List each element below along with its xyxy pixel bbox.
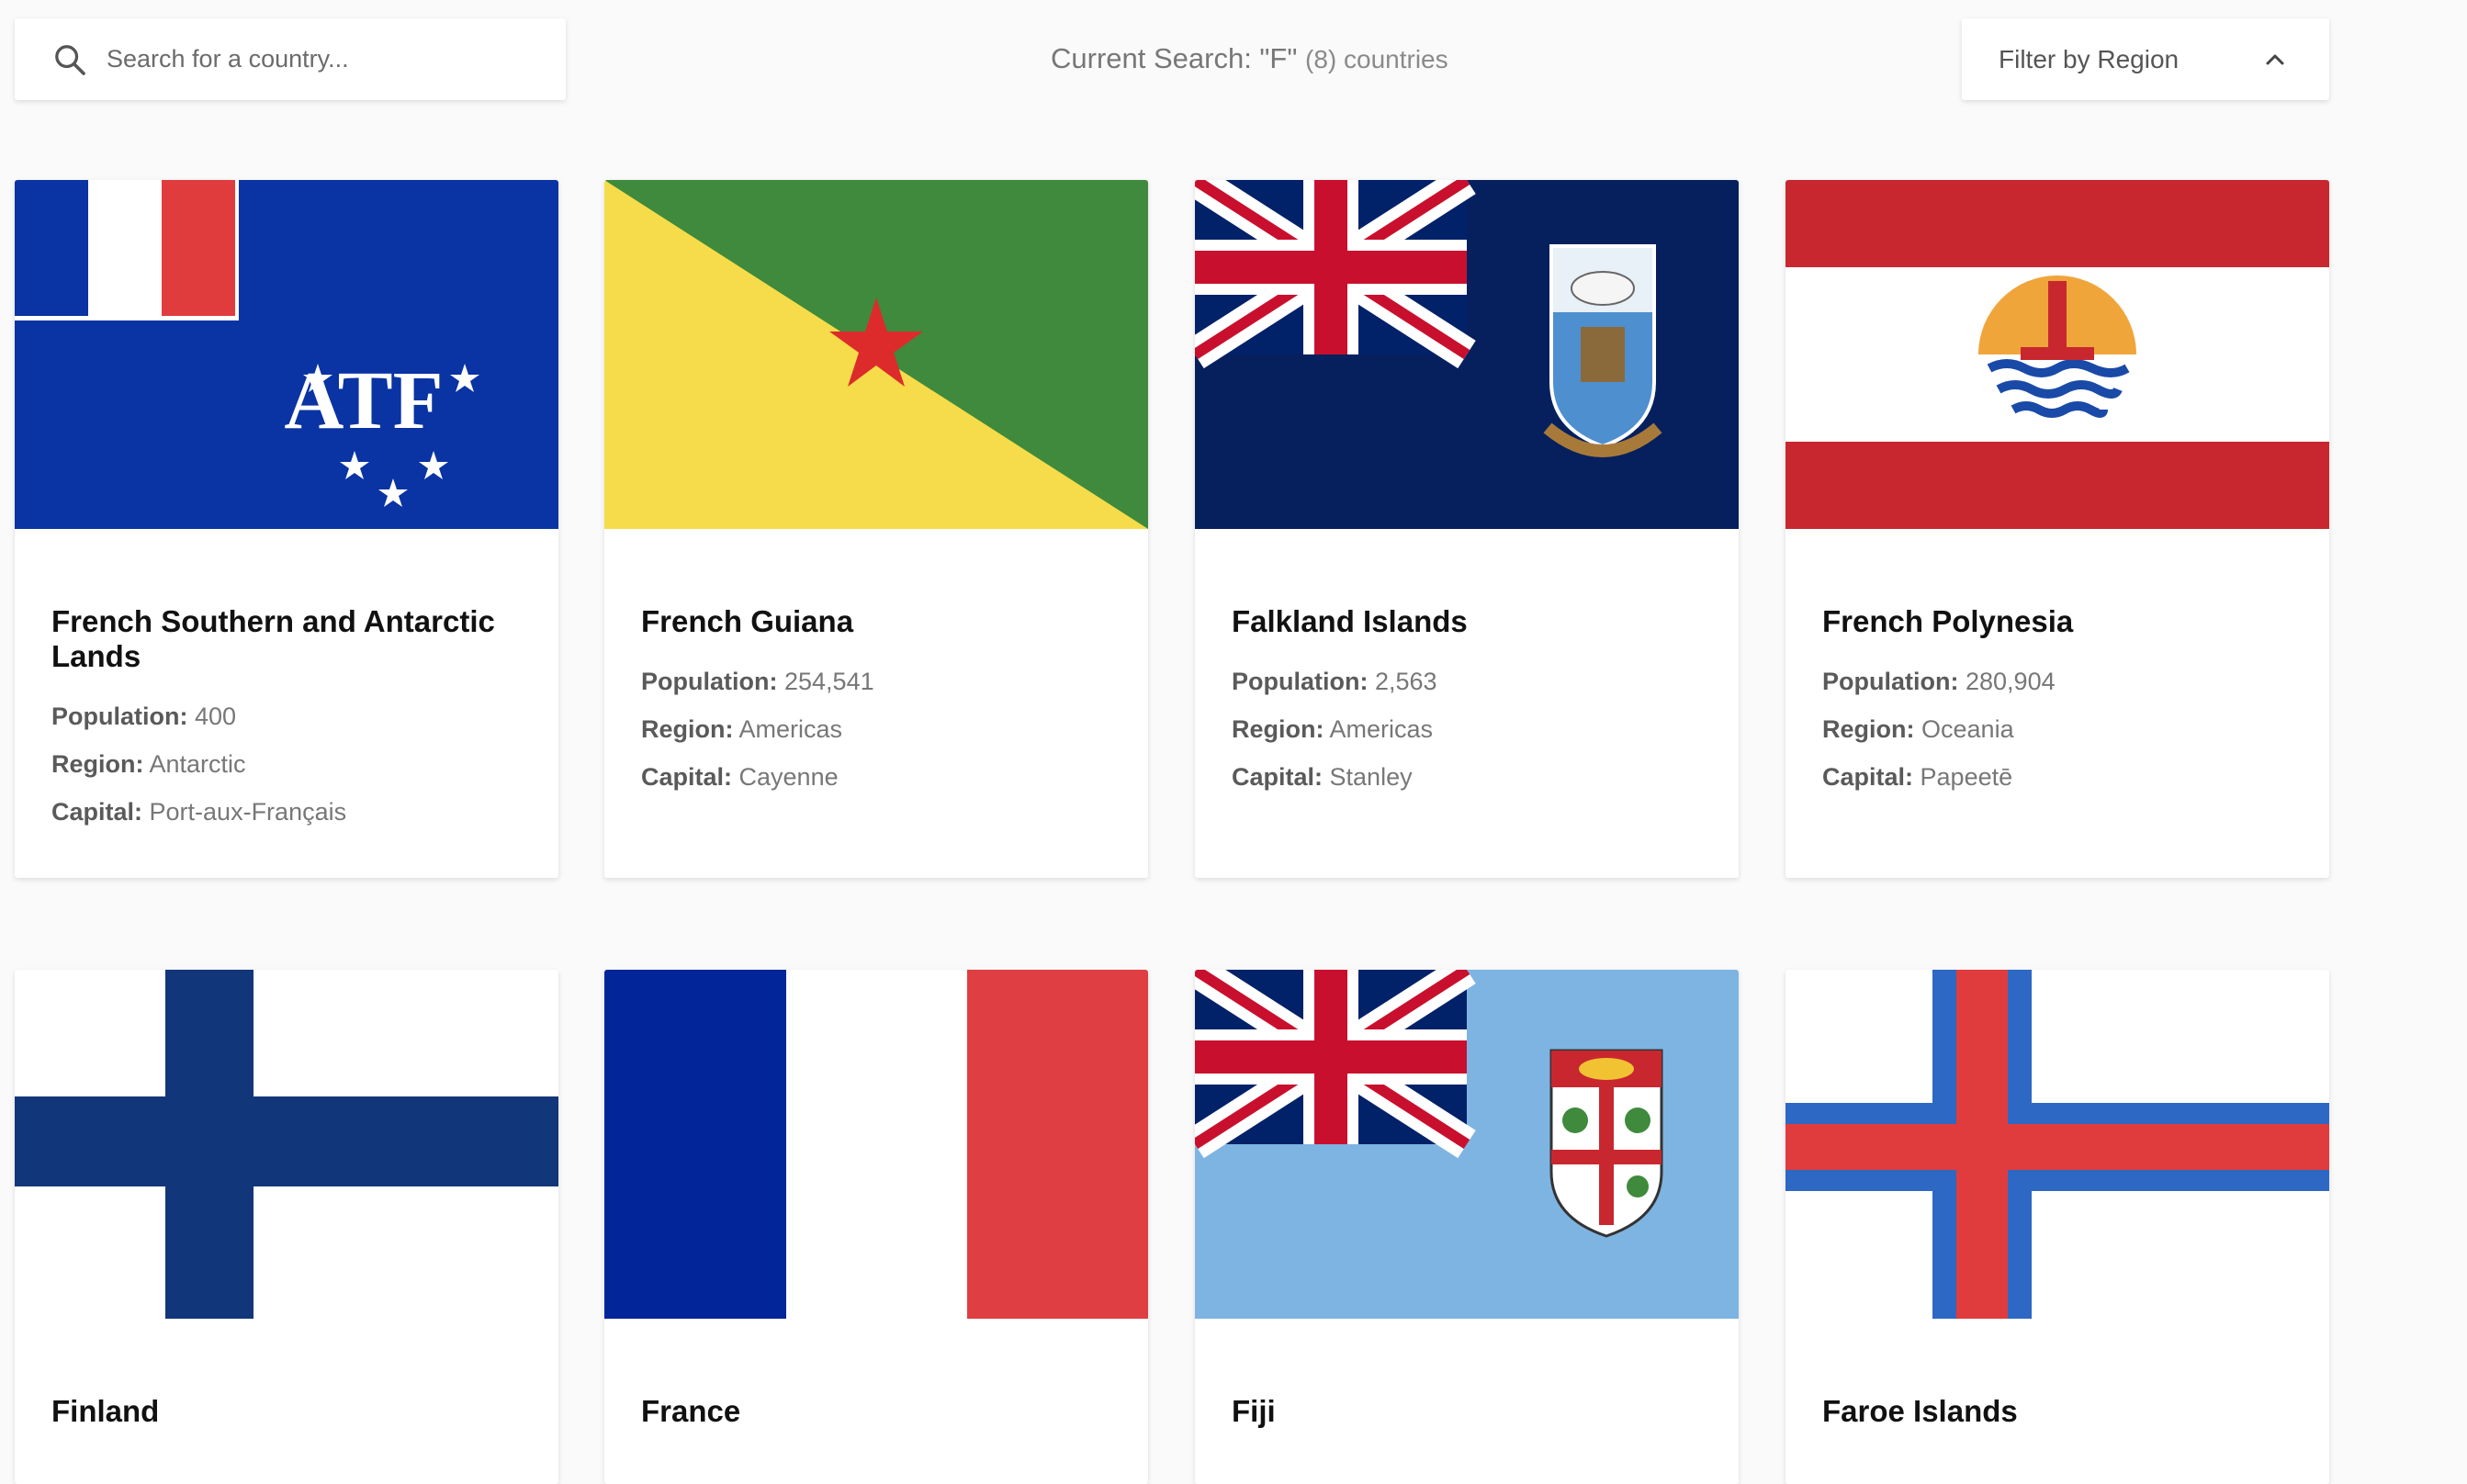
country-name: Faroe Islands (1822, 1394, 2018, 1428)
fiji-flag (1195, 970, 1739, 1319)
search-icon (55, 44, 85, 75)
capital-stat: Capital: Stanley (1232, 763, 1413, 791)
result-count: (8) countries (1305, 45, 1448, 73)
country-card[interactable]: ATF French Southern and Antarctic Lands … (15, 180, 558, 878)
chevron-up-icon (2266, 54, 2284, 64)
country-card[interactable]: Falkland Islands Population: 2,563 Regio… (1195, 180, 1739, 878)
country-card[interactable]: French Polynesia Population: 280,904 Reg… (1785, 180, 2329, 878)
population-stat: Population: 2,563 (1232, 668, 1437, 695)
french-polynesia-flag (1785, 180, 2329, 529)
country-card[interactable]: Fiji (1195, 970, 1739, 1484)
current-search-status: Current Search: "F" (8) countries (1051, 42, 1448, 75)
country-name: Falkland Islands (1232, 604, 1468, 638)
french-guiana-flag (604, 180, 1148, 529)
search-box[interactable] (15, 18, 566, 100)
country-name: France (641, 1394, 741, 1428)
country-name: Finland (51, 1394, 160, 1428)
region-stat: Region: Americas (641, 715, 843, 743)
finland-flag (15, 970, 558, 1319)
france-flag (604, 970, 1148, 1319)
filter-region-dropdown[interactable]: Filter by Region (1962, 18, 2329, 100)
svg-text:ATF: ATF (284, 355, 443, 446)
country-card[interactable]: French Guiana Population: 254,541 Region… (604, 180, 1148, 878)
french-southern-lands-flag: ATF (15, 180, 558, 529)
region-stat: Region: Oceania (1822, 715, 2014, 743)
population-stat: Population: 400 (51, 703, 237, 730)
capital-stat: Capital: Cayenne (641, 763, 839, 791)
capital-stat: Capital: Port-aux-Français (51, 798, 347, 826)
country-name: French Polynesia (1822, 604, 2074, 638)
region-stat: Region: Americas (1232, 715, 1434, 743)
falkland-islands-flag (1195, 180, 1739, 529)
country-card[interactable]: Finland (15, 970, 558, 1484)
population-stat: Population: 280,904 (1822, 668, 2056, 695)
country-card[interactable]: France (604, 970, 1148, 1484)
country-name: French Guiana (641, 604, 854, 638)
search-input[interactable] (105, 44, 531, 74)
filter-region-label: Filter by Region (1999, 44, 2180, 73)
country-name: Fiji (1232, 1394, 1276, 1428)
capital-stat: Capital: Papeetē (1822, 763, 2013, 791)
region-stat: Region: Antarctic (51, 750, 246, 778)
population-stat: Population: 254,541 (641, 668, 874, 695)
current-search-label: Current Search: "F" (1051, 42, 1298, 74)
faroe-islands-flag (1785, 970, 2329, 1319)
country-card[interactable]: Faroe Islands (1785, 970, 2329, 1484)
country-name: French Southern and Antarctic Lands (51, 604, 495, 673)
